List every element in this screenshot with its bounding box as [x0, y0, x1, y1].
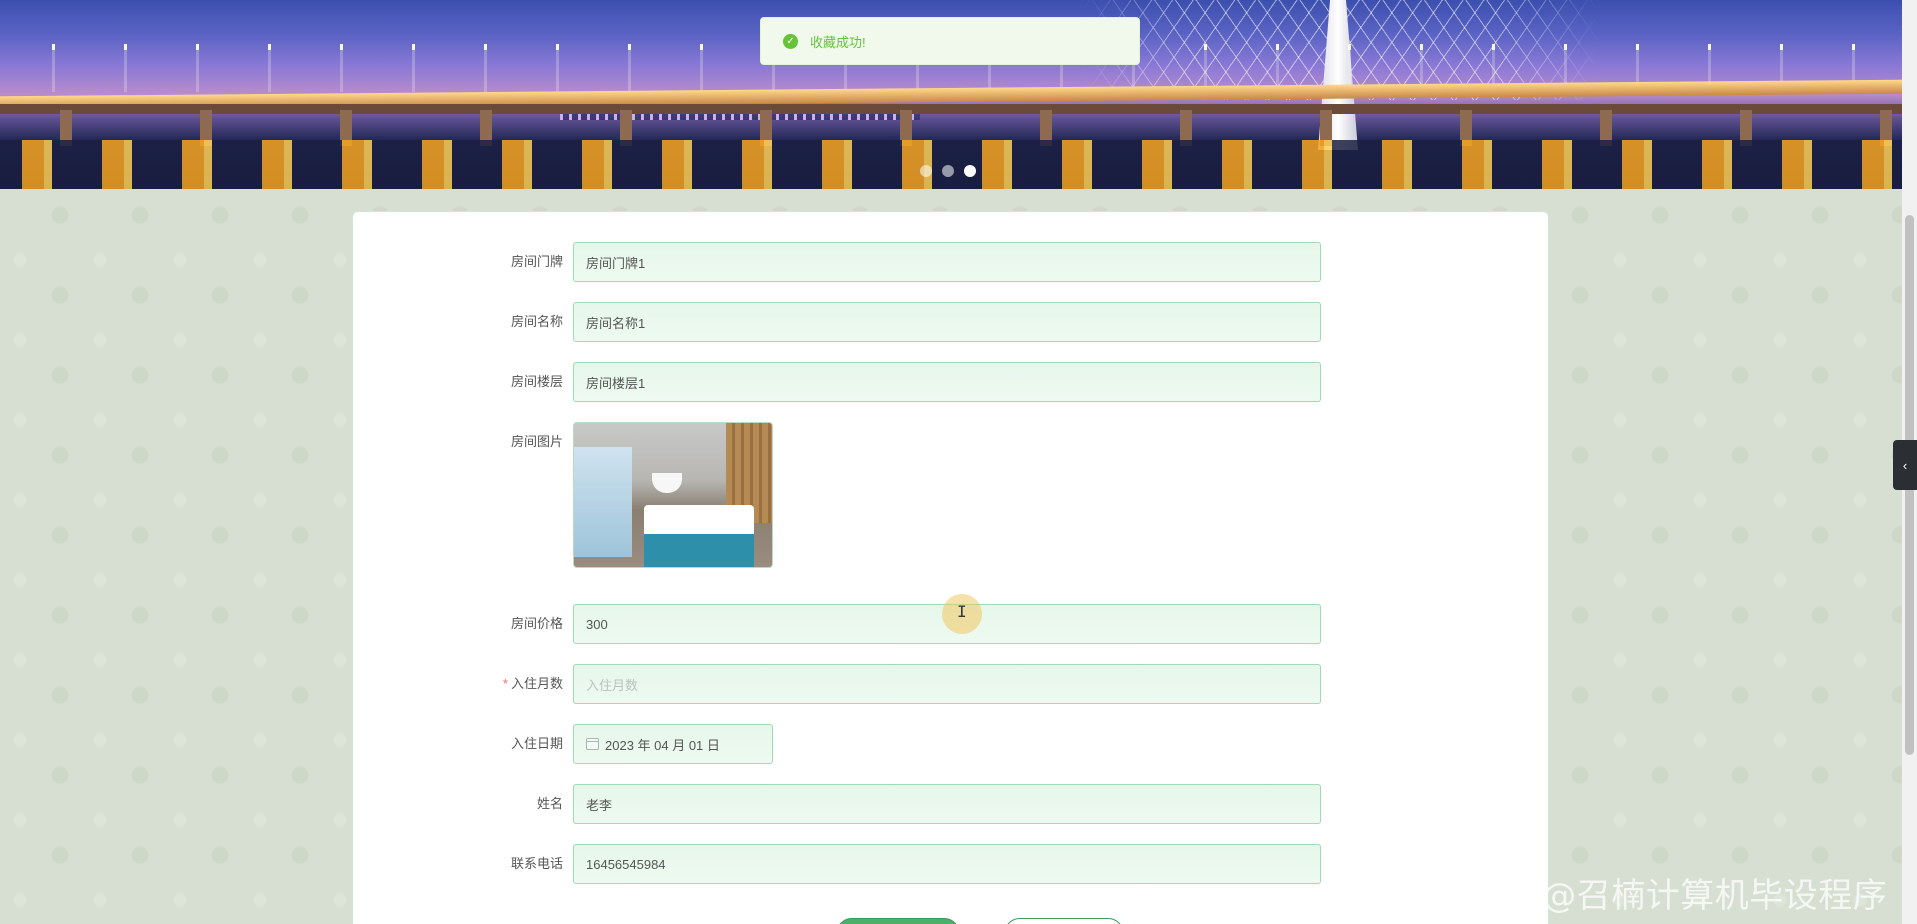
room-price-label: 房间价格	[510, 616, 563, 631]
watermark: CSDN @召楠计算机毕设程序	[1432, 876, 1888, 916]
checkin-date-value: 2023 年 04 月 01 日	[605, 737, 720, 753]
room-floor-value: 房间楼层1	[586, 375, 646, 391]
form-row-room-image: 房间图片	[353, 422, 1548, 568]
phone-label: 联系电话	[510, 856, 563, 871]
room-number-field[interactable]: 房间门牌1	[573, 242, 1321, 282]
cancel-button[interactable]	[1004, 918, 1124, 924]
room-image-bathtub	[652, 473, 682, 493]
form-row-room-floor: 房间楼层 房间楼层1	[353, 362, 1548, 402]
room-number-label: 房间门牌	[510, 254, 563, 269]
months-placeholder: 入住月数	[586, 677, 639, 693]
phone-field[interactable]: 16456545984	[573, 844, 1321, 884]
form-row-name: 姓名 老李	[353, 784, 1548, 824]
room-image-label: 房间图片	[510, 434, 563, 449]
carousel-indicators	[920, 165, 976, 177]
phone-value: 16456545984	[586, 856, 666, 872]
name-field[interactable]: 老李	[573, 784, 1321, 824]
months-label-text: 入住月数	[510, 676, 563, 691]
carousel-dot-1[interactable]	[920, 165, 932, 177]
required-mark: *	[502, 676, 508, 691]
form-row-room-number: 房间门牌 房间门牌1	[353, 242, 1548, 282]
carousel-dot-3[interactable]	[964, 165, 976, 177]
success-toast: ✓ 收藏成功!	[760, 17, 1140, 65]
name-label: 姓名	[536, 796, 563, 811]
checkin-date-label: 入住日期	[510, 736, 563, 751]
room-name-value: 房间名称1	[586, 315, 646, 331]
room-floor-label: 房间楼层	[510, 374, 563, 389]
toast-message: 收藏成功!	[810, 34, 866, 50]
calendar-icon	[586, 738, 599, 750]
room-booking-form: 房间门牌 房间门牌1 房间名称 房间名称1 房间楼层 房间楼层1 房间图片 房间…	[352, 211, 1549, 924]
submit-button[interactable]	[836, 918, 960, 924]
months-input[interactable]: 入住月数	[573, 664, 1321, 704]
form-row-months: * 入住月数 入住月数	[353, 664, 1548, 704]
form-row-phone: 联系电话 16456545984	[353, 844, 1548, 884]
text-cursor-icon: I	[957, 602, 967, 621]
room-floor-field[interactable]: 房间楼层1	[573, 362, 1321, 402]
name-value: 老李	[586, 797, 613, 813]
side-panel-toggle[interactable]: ‹	[1893, 440, 1917, 490]
room-number-value: 房间门牌1	[586, 255, 646, 271]
room-image-bed	[644, 505, 754, 567]
room-image-window	[574, 447, 632, 557]
form-row-room-name: 房间名称 房间名称1	[353, 302, 1548, 342]
carousel-dot-2[interactable]	[942, 165, 954, 177]
form-row-checkin-date: 入住日期 2023 年 04 月 01 日	[353, 724, 1548, 764]
room-image[interactable]	[573, 422, 773, 568]
room-name-field[interactable]: 房间名称1	[573, 302, 1321, 342]
check-circle-icon: ✓	[783, 33, 798, 49]
checkin-date-picker[interactable]: 2023 年 04 月 01 日	[573, 724, 773, 764]
room-price-value: 300	[586, 616, 608, 632]
chevron-left-icon: ‹	[1902, 457, 1908, 473]
room-name-label: 房间名称	[510, 314, 563, 329]
months-label: * 入住月数	[353, 664, 573, 704]
